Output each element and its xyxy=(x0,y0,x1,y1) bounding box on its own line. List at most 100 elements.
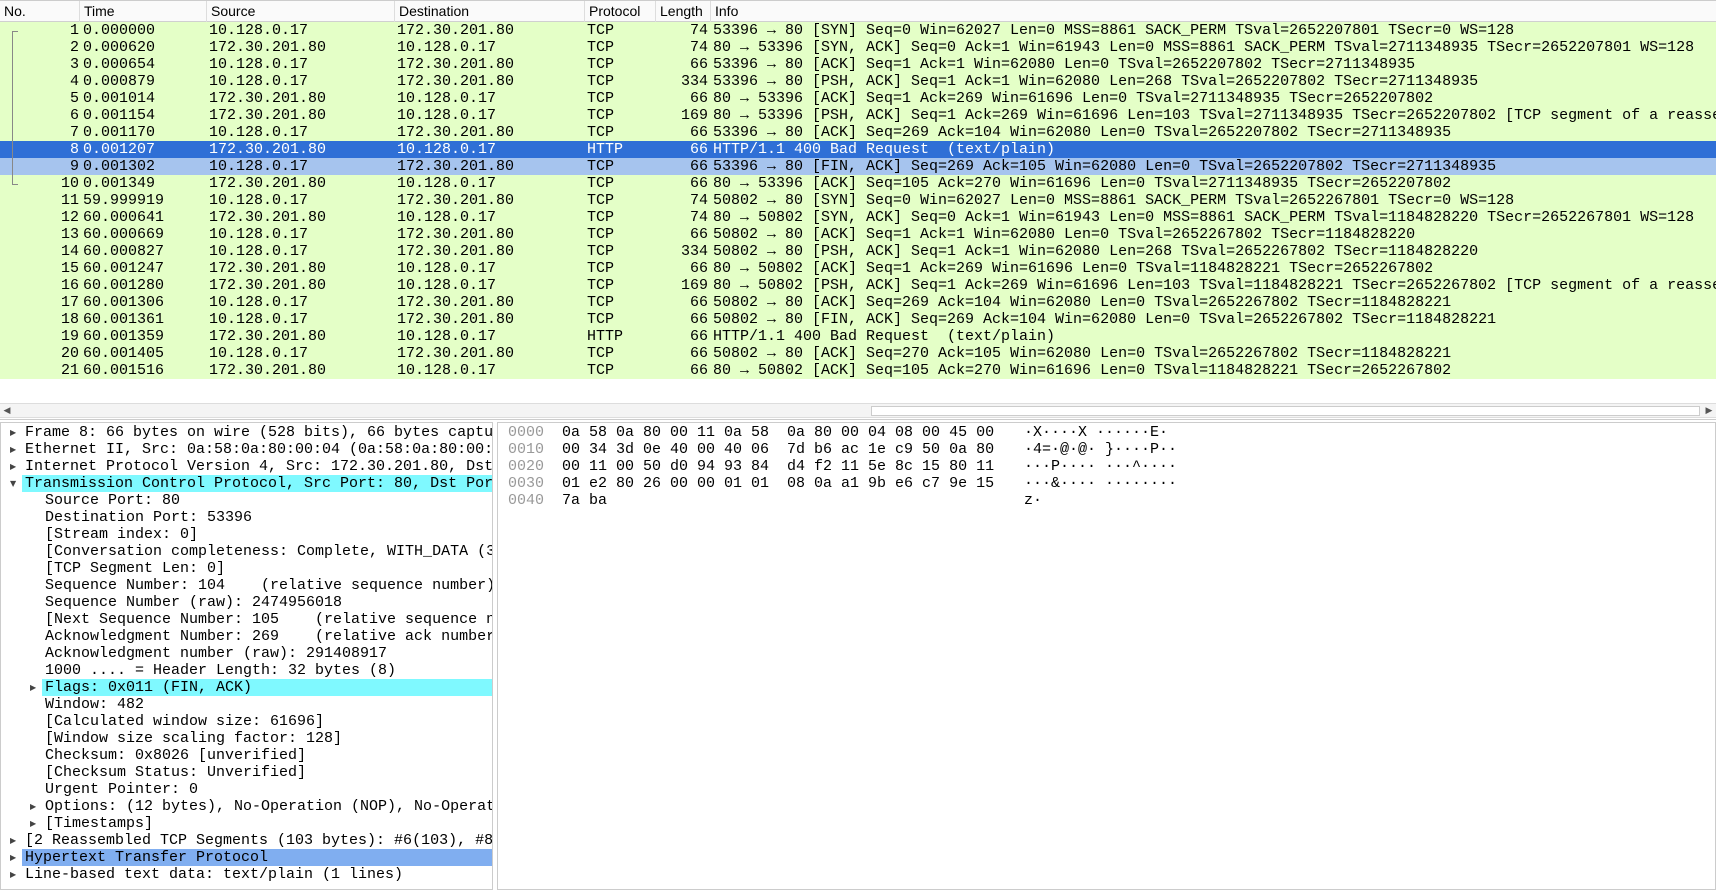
ascii-bytes[interactable]: ···&···· ········ xyxy=(1024,475,1177,492)
packet-source: 10.128.0.17 xyxy=(209,192,309,209)
hex-bytes[interactable]: 00 11 00 50 d0 94 93 84 d4 f2 11 5e 8c 1… xyxy=(562,458,994,475)
detail-item[interactable]: ▶ [2 Reassembled TCP Segments (103 bytes)… xyxy=(1,832,493,849)
packet-row[interactable]: 4 0.000879 10.128.0.17 172.30.201.80 TCP 334 5… xyxy=(0,73,1716,90)
conversation-bracket-end xyxy=(12,184,18,185)
column-header-protocol[interactable]: Protocol xyxy=(585,1,656,22)
detail-item[interactable]: [Conversation completeness: Complete, WI… xyxy=(1,543,492,560)
detail-item[interactable]: [Next Sequence Number: 105 (relative seq… xyxy=(1,611,492,628)
packet-row[interactable]: 17 60.001306 10.128.0.17 172.30.201.80 TCP 66… xyxy=(0,294,1716,311)
packet-source: 172.30.201.80 xyxy=(209,141,327,158)
packet-source: 172.30.201.80 xyxy=(209,209,327,226)
packet-row[interactable]: 3 0.000654 10.128.0.17 172.30.201.80 TCP 66 53… xyxy=(0,56,1716,73)
packet-number: 13 xyxy=(60,226,79,243)
detail-item[interactable]: Checksum: 0x8026 [unverified] xyxy=(1,747,492,764)
detail-item[interactable]: ▼ Transmission Control Protocol, Src Port… xyxy=(1,475,492,492)
expanded-arrow-icon[interactable]: ▼ xyxy=(10,475,20,492)
collapsed-arrow-icon[interactable]: ▶ xyxy=(30,679,40,696)
packet-protocol: TCP xyxy=(587,311,615,328)
hex-bytes[interactable]: 0a 58 0a 80 00 11 0a 58 0a 80 00 04 08 0… xyxy=(562,424,994,441)
column-header-destination[interactable]: Destination xyxy=(395,1,585,22)
packet-row[interactable]: 19 60.001359 172.30.201.80 10.128.0.17 HTTP 6… xyxy=(0,328,1716,345)
detail-item[interactable]: ▶ Internet Protocol Version 4, Src: 172.3… xyxy=(1,458,492,475)
collapsed-arrow-icon[interactable]: ▶ xyxy=(10,849,20,866)
detail-item[interactable]: Sequence Number: 104 (relative sequence … xyxy=(1,577,492,594)
detail-item[interactable]: ▶ Options: (12 bytes), No-Operation (NOP)… xyxy=(1,798,492,815)
scrollbar-thumb[interactable] xyxy=(871,406,1700,416)
packet-row[interactable]: 15 60.001247 172.30.201.80 10.128.0.17 TCP 66… xyxy=(0,260,1716,277)
collapsed-arrow-icon[interactable]: ▶ xyxy=(10,832,20,849)
packet-protocol: TCP xyxy=(587,209,615,226)
packet-row[interactable]: 14 60.000827 10.128.0.17 172.30.201.80 TCP 33… xyxy=(0,243,1716,260)
detail-item[interactable]: [Checksum Status: Unverified] xyxy=(1,764,492,781)
detail-item[interactable]: Source Port: 80 xyxy=(1,492,492,509)
detail-item[interactable]: 1000 .... = Header Length: 32 bytes (8) xyxy=(1,662,492,679)
column-header-source[interactable]: Source xyxy=(207,1,395,22)
packet-list[interactable]: No. Time Source Destination Protocol Len… xyxy=(0,0,1716,420)
packet-protocol: TCP xyxy=(587,56,615,73)
detail-item[interactable]: ▶ Line-based text data: text/plain (1 lin… xyxy=(1,866,492,883)
packet-row[interactable]: 13 60.000669 10.128.0.17 172.30.201.80 TCP 66… xyxy=(0,226,1716,243)
packet-info: 50802 → 80 [ACK] Seq=270 Ack=105 Win=620… xyxy=(713,345,1452,362)
hex-bytes[interactable]: 00 34 3d 0e 40 00 40 06 7d b6 ac 1e c9 5… xyxy=(562,441,994,458)
ascii-bytes[interactable]: ·X····X ······E· xyxy=(1024,424,1168,441)
collapsed-arrow-icon[interactable]: ▶ xyxy=(30,815,40,832)
packet-source: 172.30.201.80 xyxy=(209,328,327,345)
packet-info: 53396 → 80 [ACK] Seq=1 Ack=1 Win=62080 L… xyxy=(713,56,1416,73)
packet-bytes-pane[interactable]: 0000 0a 58 0a 80 00 11 0a 58 0a 80 00 04 … xyxy=(497,422,1716,890)
collapsed-arrow-icon[interactable]: ▶ xyxy=(10,866,20,883)
packet-row[interactable]: 11 59.999919 10.128.0.17 172.30.201.80 TCP 74… xyxy=(0,192,1716,209)
collapsed-arrow-icon[interactable]: ▶ xyxy=(30,798,40,815)
packet-details-tree[interactable]: ▶ Frame 8: 66 bytes on wire (528 bits), 6… xyxy=(0,422,493,890)
horizontal-scrollbar[interactable]: ◀ ▶ xyxy=(0,403,1716,418)
detail-item[interactable]: Urgent Pointer: 0 xyxy=(1,781,492,798)
detail-item[interactable]: [Stream index: 0] xyxy=(1,526,492,543)
detail-item[interactable]: Acknowledgment number (raw): 291408917 xyxy=(1,645,492,662)
ascii-bytes[interactable]: z· xyxy=(1024,492,1042,509)
detail-item[interactable]: ▶ Frame 8: 66 bytes on wire (528 bits), 6… xyxy=(1,424,492,441)
detail-item[interactable]: [Calculated window size: 61696] xyxy=(1,713,492,730)
packet-row[interactable]: 8 0.001207 172.30.201.80 10.128.0.17 HTTP 66 H… xyxy=(0,141,1716,158)
hex-bytes[interactable]: 7a ba xyxy=(562,492,607,509)
packet-row[interactable]: 16 60.001280 172.30.201.80 10.128.0.17 TCP 16… xyxy=(0,277,1716,294)
scroll-left-icon[interactable]: ◀ xyxy=(0,404,14,418)
detail-item[interactable]: Destination Port: 53396 xyxy=(1,509,492,526)
packet-row[interactable]: 5 0.001014 172.30.201.80 10.128.0.17 TCP 66 80… xyxy=(0,90,1716,107)
detail-item-label: [Window size scaling factor: 128] xyxy=(45,730,343,747)
packet-row[interactable]: 9 0.001302 10.128.0.17 172.30.201.80 TCP 66 53… xyxy=(0,158,1716,175)
packet-length: 74 xyxy=(689,22,708,39)
packet-row[interactable]: 7 0.001170 10.128.0.17 172.30.201.80 TCP 66 53… xyxy=(0,124,1716,141)
detail-item[interactable]: ▶ Ethernet II, Src: 0a:58:0a:80:00:04 (0a… xyxy=(1,441,492,458)
hex-bytes[interactable]: 01 e2 80 26 00 00 01 01 08 0a a1 9b e6 c… xyxy=(562,475,994,492)
detail-item[interactable]: ▶ Hypertext Transfer Protocol xyxy=(1,849,492,866)
packet-row[interactable]: 10 0.001349 172.30.201.80 10.128.0.17 TCP 66 8… xyxy=(0,175,1716,192)
scroll-right-icon[interactable]: ▶ xyxy=(1702,404,1716,418)
packet-row[interactable]: 12 60.000641 172.30.201.80 10.128.0.17 TCP 74… xyxy=(0,209,1716,226)
detail-item[interactable]: Acknowledgment Number: 269 (relative ack… xyxy=(1,628,493,645)
packet-row[interactable]: 6 0.001154 172.30.201.80 10.128.0.17 TCP 169 8… xyxy=(0,107,1716,124)
detail-item[interactable]: Window: 482 xyxy=(1,696,492,713)
detail-item[interactable]: ▶ Flags: 0x011 (FIN, ACK) xyxy=(1,679,492,696)
packet-row[interactable]: 2 0.000620 172.30.201.80 10.128.0.17 TCP 74 80… xyxy=(0,39,1716,56)
packet-time: 60.001306 xyxy=(83,294,165,311)
column-header-no[interactable]: No. xyxy=(0,1,80,22)
packet-row[interactable]: 1 0.000000 10.128.0.17 172.30.201.80 TCP 74 53… xyxy=(0,22,1716,39)
detail-item-label: Acknowledgment Number: 269 (relative ack… xyxy=(45,628,493,645)
column-header-time[interactable]: Time xyxy=(80,1,207,22)
packet-destination: 172.30.201.80 xyxy=(397,192,515,209)
detail-item-label: [2 Reassembled TCP Segments (103 bytes):… xyxy=(25,832,493,849)
column-header-length[interactable]: Length xyxy=(656,1,711,22)
column-header-info[interactable]: Info xyxy=(711,1,1716,22)
collapsed-arrow-icon[interactable]: ▶ xyxy=(10,424,20,441)
packet-number: 4 xyxy=(69,73,79,90)
detail-item[interactable]: ▶ [Timestamps] xyxy=(1,815,492,832)
detail-item[interactable]: [TCP Segment Len: 0] xyxy=(1,560,492,577)
packet-row[interactable]: 21 60.001516 172.30.201.80 10.128.0.17 TCP 66… xyxy=(0,362,1716,379)
packet-row[interactable]: 20 60.001405 10.128.0.17 172.30.201.80 TCP 66… xyxy=(0,345,1716,362)
detail-item[interactable]: Sequence Number (raw): 2474956018 xyxy=(1,594,492,611)
detail-item[interactable]: [Window size scaling factor: 128] xyxy=(1,730,492,747)
collapsed-arrow-icon[interactable]: ▶ xyxy=(10,441,20,458)
collapsed-arrow-icon[interactable]: ▶ xyxy=(10,458,20,475)
ascii-bytes[interactable]: ···P···· ···^···· xyxy=(1024,458,1177,475)
packet-row[interactable]: 18 60.001361 10.128.0.17 172.30.201.80 TCP 66… xyxy=(0,311,1716,328)
ascii-bytes[interactable]: ·4=·@·@· }····P·· xyxy=(1024,441,1177,458)
